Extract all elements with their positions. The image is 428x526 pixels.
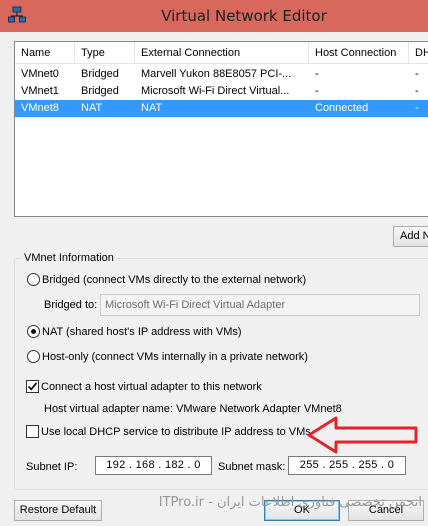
column-header-dhcp[interactable]: DHCP [409, 42, 428, 64]
cell-host-connection: Connected [315, 102, 369, 114]
title-bar[interactable]: Virtual Network Editor [0, 0, 428, 32]
cell-name: VMnet1 [21, 85, 59, 97]
bridged-radio-label[interactable]: Bridged (connect VMs directly to the ext… [42, 273, 306, 287]
dhcp-checkbox-label[interactable]: Use local DHCP service to distribute IP … [41, 425, 311, 439]
cell-type: NAT [81, 102, 103, 114]
network-app-icon [8, 6, 26, 23]
cell-dhcp: - [415, 102, 419, 114]
cell-external-connection: NAT [141, 102, 163, 114]
cell-host-connection: - [315, 68, 319, 80]
column-header-name[interactable]: Name [15, 42, 75, 64]
dhcp-checkbox[interactable] [26, 425, 39, 438]
bridged-radio[interactable] [27, 273, 40, 286]
cell-name: VMnet8 [21, 102, 59, 114]
checkmark-icon [27, 382, 38, 391]
cell-dhcp: - [415, 85, 419, 97]
cell-dhcp: - [415, 68, 419, 80]
connect-host-adapter-label[interactable]: Connect a host virtual adapter to this n… [41, 380, 262, 394]
subnet-mask-label: Subnet mask: [218, 461, 286, 473]
cell-type: Bridged [81, 68, 119, 80]
cell-type: Bridged [81, 85, 119, 97]
host-only-radio-label[interactable]: Host-only (connect VMs internally in a p… [42, 350, 308, 364]
subnet-mask-field[interactable]: 255 . 255 . 255 . 0 [288, 456, 406, 475]
connect-host-adapter-checkbox[interactable] [26, 380, 39, 393]
watermark-text: انجمن تخصصی فناوری اطلاعات ایران - ITPro… [158, 495, 422, 510]
list-header: Name Type External Connection Host Conne… [15, 42, 428, 64]
cell-name: VMnet0 [21, 68, 59, 80]
column-header-external-connection[interactable]: External Connection [135, 42, 309, 64]
column-header-host-connection[interactable]: Host Connection [309, 42, 409, 64]
cell-external-connection: Microsoft Wi-Fi Direct Virtual... [141, 85, 290, 97]
bridged-to-dropdown[interactable]: Microsoft Wi-Fi Direct Virtual Adapter [100, 294, 420, 316]
subnet-ip-field[interactable]: 192 . 168 . 182 . 0 [95, 456, 212, 475]
host-only-radio[interactable] [27, 350, 40, 363]
subnet-ip-label: Subnet IP: [26, 461, 78, 473]
cell-host-connection: - [315, 85, 319, 97]
add-network-button[interactable]: Add N [393, 226, 428, 247]
bridged-to-label: Bridged to: [44, 299, 98, 311]
group-legend: VMnet Information [21, 252, 117, 265]
host-adapter-name: Host virtual adapter name: VMware Networ… [44, 403, 342, 415]
red-arrow-annotation [307, 416, 418, 454]
table-row[interactable]: VMnet1 Bridged Microsoft Wi-Fi Direct Vi… [15, 83, 428, 100]
table-row-selected[interactable]: VMnet8 NAT NAT Connected - [15, 100, 428, 117]
window-title: Virtual Network Editor [161, 7, 327, 25]
table-row[interactable]: VMnet0 Bridged Marvell Yukon 88E8057 PCI… [15, 66, 428, 83]
cell-external-connection: Marvell Yukon 88E8057 PCI-... [141, 68, 292, 80]
network-list[interactable]: Name Type External Connection Host Conne… [14, 41, 428, 217]
nat-radio[interactable] [27, 325, 40, 338]
column-header-type[interactable]: Type [75, 42, 135, 64]
nat-radio-label[interactable]: NAT (shared host's IP address with VMs) [42, 325, 242, 339]
